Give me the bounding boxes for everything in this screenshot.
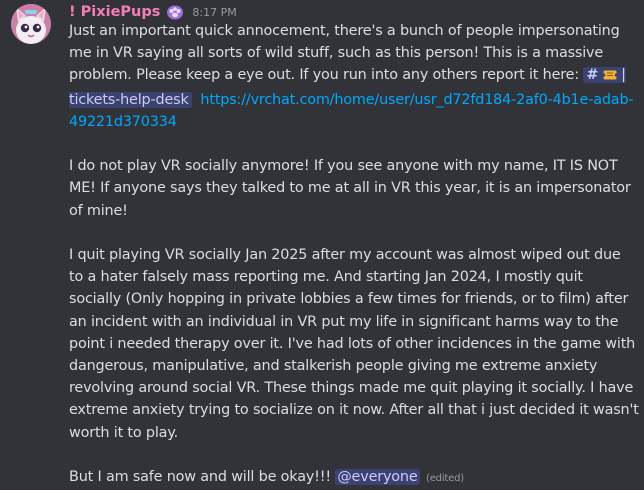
- avatar-image: [11, 4, 51, 44]
- paragraph-not-me: I do not play VR socially anymore! If yo…: [69, 158, 631, 219]
- ticket-icon: [601, 66, 619, 88]
- purple-cat-paw-icon[interactable]: [166, 3, 184, 21]
- timestamp: 8:17 PM: [192, 5, 237, 19]
- channel-hash: #: [586, 67, 599, 84]
- paragraph-closing: But I am safe now and will be okay!!! @e…: [69, 466, 639, 490]
- paragraph-announcement: Just an important quick annocement, ther…: [69, 20, 639, 133]
- closing-text: But I am safe now and will be okay!!!: [69, 469, 336, 486]
- message-header: ! PixiePups 8:17 PM: [69, 2, 237, 22]
- edited-label: (edited): [425, 473, 465, 485]
- everyone-mention[interactable]: @everyone: [335, 469, 420, 486]
- message-content: Just an important quick annocement, ther…: [69, 20, 639, 490]
- avatar[interactable]: [11, 4, 51, 44]
- message: ! PixiePups 8:17 PM Just an important qu…: [0, 0, 644, 486]
- announcement-text: Just an important quick annocement, ther…: [69, 23, 620, 84]
- username[interactable]: ! PixiePups: [69, 4, 160, 20]
- paragraph-history: I quit playing VR socially Jan 2025 afte…: [69, 247, 639, 441]
